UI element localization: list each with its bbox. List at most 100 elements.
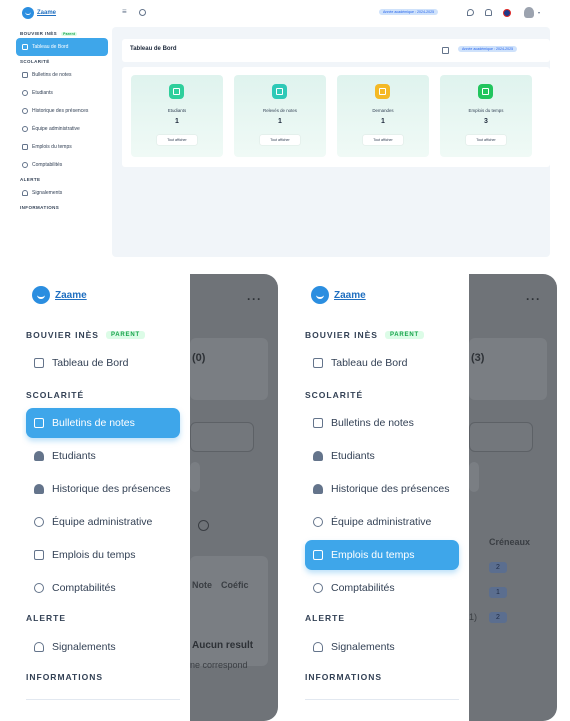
sidebar-item-equipe[interactable]: Équipe administrative (26, 507, 180, 537)
bell-icon[interactable] (485, 9, 492, 16)
sidebar-item-label: Etudiants (331, 450, 375, 462)
sidebar-item-label: Emplois du temps (52, 549, 136, 561)
card-label: Relevés de notes (263, 108, 297, 113)
report-icon (34, 418, 44, 428)
sidebar-item-emplois[interactable]: Emplois du temps (305, 540, 459, 570)
divider (305, 699, 459, 700)
sidebar-item-presences[interactable]: Historique des présences (305, 474, 459, 504)
logo[interactable]: Zaame (22, 7, 56, 19)
grid-icon (313, 358, 323, 368)
sidebar-item-label: Signalements (331, 641, 395, 653)
brand-name: Zaame (37, 10, 57, 16)
money-icon (22, 162, 28, 168)
sidebar-item-presences[interactable]: Historique des présences (16, 102, 108, 120)
sidebar-item-label: Emplois du temps (331, 549, 415, 561)
sidebar-item-label: Historique des présences (52, 483, 171, 495)
role-badge: PARENT (105, 331, 145, 339)
view-all-button[interactable]: Tout afficher (260, 135, 300, 145)
sidebar-item-label: Bulletins de notes (32, 72, 72, 78)
user-check-icon (313, 484, 323, 494)
sidebar-item-label: Historique des présences (331, 483, 450, 495)
section-alerte: ALERTE (26, 613, 66, 623)
zaame-logo-icon (32, 286, 50, 304)
section-informations: INFORMATIONS (26, 672, 104, 682)
sidebar-item-etudiants[interactable]: Etudiants (305, 441, 459, 471)
sidebar: BOUVIER INÈS Parent Tableau de Bord SCOL… (16, 28, 108, 212)
bg-row-tail: 1) (469, 612, 478, 622)
users-icon (22, 90, 28, 96)
view-all-button[interactable]: Tout afficher (157, 135, 197, 145)
logo[interactable]: Zaame (32, 286, 87, 304)
users-icon (34, 451, 44, 461)
card-etudiants: Etudiants 1 Tout afficher (131, 75, 223, 157)
nav-drawer: Zaame BOUVIER INÈS PARENT Tableau de Bor… (301, 274, 469, 721)
avatar-icon[interactable] (524, 7, 534, 18)
section-scolarite: SCOLARITÉ (26, 390, 85, 400)
sidebar-item-signalements[interactable]: Signalements (16, 184, 108, 202)
view-all-button[interactable]: Tout afficher (466, 135, 506, 145)
stats-cards: Etudiants 1 Tout afficher Relevés de not… (122, 67, 550, 167)
sidebar-item-label: Etudiants (32, 90, 53, 96)
sidebar-item-equipe[interactable]: Équipe administrative (16, 120, 108, 138)
chevron-down-icon[interactable]: ▾ (538, 10, 540, 15)
sidebar-item-signalements[interactable]: Signalements (305, 632, 459, 662)
desktop-dashboard: Zaame ≡ Année académique : 2024-2025 ▾ B… (12, 0, 558, 260)
sidebar-item-dashboard[interactable]: Tableau de Bord (305, 348, 459, 378)
user-icon (313, 517, 323, 527)
report-icon (22, 72, 28, 78)
user-header: BOUVIER INÈS PARENT (26, 330, 145, 340)
moon-icon[interactable] (467, 9, 474, 16)
card-value: 1 (278, 118, 282, 125)
search-icon[interactable] (139, 9, 146, 16)
home-icon[interactable] (442, 47, 449, 54)
hamburger-icon[interactable]: ≡ (122, 7, 127, 16)
more-horizontal-icon[interactable]: ··· (526, 292, 541, 306)
user-check-icon (34, 484, 44, 494)
sidebar-item-label: Tableau de Bord (32, 44, 69, 50)
calendar-icon (22, 144, 28, 150)
sidebar-item-compta[interactable]: Comptabilités (16, 156, 108, 174)
bg-col-creneaux: Créneaux (489, 537, 531, 547)
more-horizontal-icon[interactable]: ··· (247, 292, 262, 306)
role-badge: PARENT (384, 331, 424, 339)
sidebar-item-signalements[interactable]: Signalements (26, 632, 180, 662)
money-icon (34, 583, 44, 593)
sidebar-item-dashboard[interactable]: Tableau de Bord (16, 38, 108, 56)
calendar-icon (478, 84, 493, 99)
dimmed-background: ··· (3) Créneaux 2 1 1) 2 (469, 274, 557, 721)
sidebar-item-dashboard[interactable]: Tableau de Bord (26, 348, 180, 378)
sidebar-item-emplois[interactable]: Emplois du temps (26, 540, 180, 570)
card-demandes: Demandes 1 Tout afficher (337, 75, 429, 157)
sidebar-item-label: Comptabilités (32, 162, 63, 168)
sidebar-item-compta[interactable]: Comptabilités (26, 573, 180, 603)
card-emplois: Emplois du temps 3 Tout afficher (440, 75, 532, 157)
sidebar-item-etudiants[interactable]: Etudiants (26, 441, 180, 471)
bg-col-note: Note (192, 580, 212, 590)
section-alerte: ALERTE (20, 177, 41, 182)
sidebar-item-emplois[interactable]: Emplois du temps (16, 138, 108, 156)
sidebar-item-etudiants[interactable]: Etudiants (16, 84, 108, 102)
section-informations: INFORMATIONS (305, 672, 383, 682)
card-label: Emplois du temps (468, 108, 504, 113)
view-all-button[interactable]: Tout afficher (363, 135, 403, 145)
logo[interactable]: Zaame (311, 286, 366, 304)
sidebar-item-equipe[interactable]: Équipe administrative (305, 507, 459, 537)
user-name: BOUVIER INÈS (305, 330, 378, 340)
sidebar-item-bulletins[interactable]: Bulletins de notes (26, 408, 180, 438)
sidebar-item-label: Comptabilités (331, 582, 395, 594)
card-label: Etudiants (167, 108, 187, 113)
sidebar-item-compta[interactable]: Comptabilités (305, 573, 459, 603)
report-icon (272, 84, 287, 99)
user-check-icon (22, 108, 28, 114)
flag-uk-icon[interactable] (503, 9, 511, 17)
sidebar-item-bulletins[interactable]: Bulletins de notes (305, 408, 459, 438)
sidebar-item-presences[interactable]: Historique des présences (26, 474, 180, 504)
brand-name: Zaame (55, 289, 87, 301)
money-icon (313, 583, 323, 593)
sidebar-item-label: Tableau de Bord (331, 357, 408, 369)
slot-badge: 1 (489, 587, 507, 598)
section-scolarite: SCOLARITÉ (20, 59, 50, 64)
sidebar-item-label: Équipe administrative (331, 516, 432, 528)
bg-count: (0) (192, 352, 206, 364)
sidebar-item-bulletins[interactable]: Bulletins de notes (16, 66, 108, 84)
